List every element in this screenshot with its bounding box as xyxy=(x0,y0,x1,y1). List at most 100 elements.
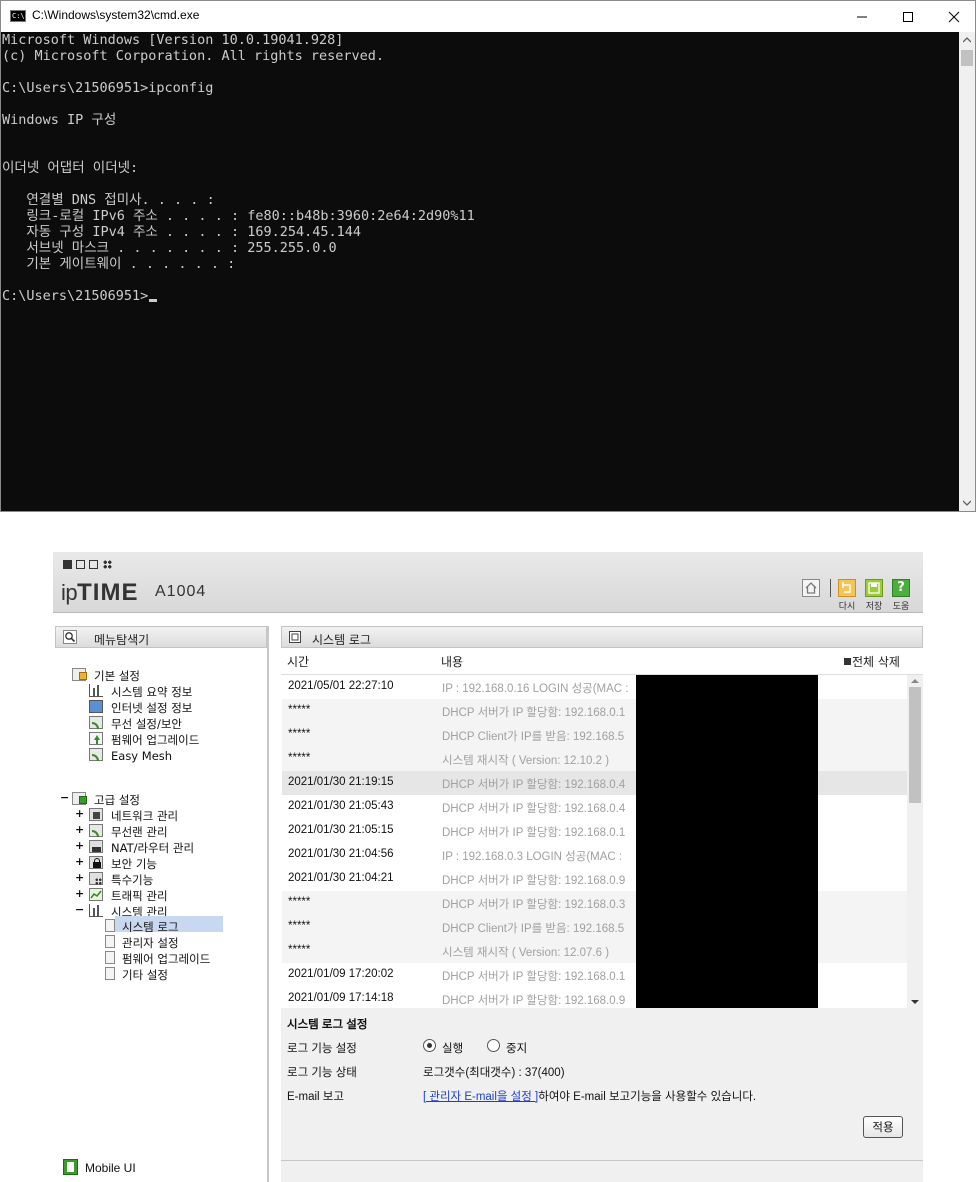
log-message: 시스템 재시작 ( Version: 12.10.2 ) xyxy=(442,755,610,767)
chevron-up-icon[interactable] xyxy=(911,678,919,684)
tree-item-system-summary[interactable]: 시스템 요약 정보 xyxy=(111,685,192,699)
save-button[interactable] xyxy=(865,579,883,597)
log-time: 2021/01/30 21:05:43 xyxy=(288,800,394,812)
log-settings-title: 시스템 로그 설정 xyxy=(287,1019,368,1031)
chevron-down-icon[interactable] xyxy=(911,999,919,1005)
system-log-header: 시스템 로그 xyxy=(281,626,923,648)
folder-advanced-icon xyxy=(72,792,87,805)
tree-item-wireless-lan[interactable]: 무선랜 관리 xyxy=(111,825,168,839)
tree-item-nat-router[interactable]: NAT/라우터 관리 xyxy=(111,841,194,855)
text-cursor xyxy=(149,299,158,302)
tree-item-system-log[interactable]: 시스템 로그 xyxy=(122,920,179,934)
log-scroll-thumb[interactable] xyxy=(909,687,921,803)
network-icon xyxy=(89,808,103,821)
expand-icon[interactable]: + xyxy=(75,856,84,868)
header-separator xyxy=(830,579,831,597)
log-status-value: 로그갯수(최대갯수) : 37(400) xyxy=(423,1067,565,1079)
wireless-icon xyxy=(89,716,103,729)
log-time: ***** xyxy=(288,920,311,932)
console-line: Microsoft Windows [Version 10.0.19041.92… xyxy=(2,32,344,48)
tree-item-network[interactable]: 네트워크 관리 xyxy=(111,809,178,823)
cmd-scrollbar[interactable] xyxy=(959,32,975,511)
brand-logo: ipTIME xyxy=(61,579,138,607)
console-line: C:\Users\21506951>ipconfig xyxy=(2,80,214,96)
scroll-up-button[interactable] xyxy=(959,32,975,48)
tree-item-wireless-security[interactable]: 무선 설정/보안 xyxy=(111,717,182,731)
tree-item-internet-info[interactable]: 인터넷 설정 정보 xyxy=(111,701,192,715)
log-message: DHCP Client가 IP를 받음: 192.168.5 xyxy=(442,731,625,743)
delete-all-label: 전체 삭제 xyxy=(852,655,900,669)
logo-square xyxy=(89,560,98,569)
tree-advanced-settings[interactable]: 고급 설정 xyxy=(94,793,140,807)
email-report-text: [ 관리자 E-mail을 설정 ]하여야 E-mail 보고기능을 사용할수 … xyxy=(423,1088,756,1104)
radio-run-label[interactable]: 실행 xyxy=(442,1040,463,1056)
cmd-console[interactable]: Microsoft Windows [Version 10.0.19041.92… xyxy=(1,32,959,511)
log-time: ***** xyxy=(288,896,311,908)
delete-all-button[interactable]: 전체 삭제 xyxy=(844,653,900,670)
router-icon xyxy=(89,840,103,853)
tree-item-security[interactable]: 보안 기능 xyxy=(111,857,157,871)
radio-stop-label[interactable]: 중지 xyxy=(506,1040,527,1056)
admin-email-link[interactable]: [ 관리자 E-mail을 설정 ] xyxy=(423,1091,538,1103)
help-button[interactable]: ? xyxy=(892,579,910,597)
special-icon xyxy=(89,872,103,885)
cmd-window-title: C:\Windows\system32\cmd.exe xyxy=(32,8,200,22)
home-button[interactable] xyxy=(802,579,820,597)
maximize-button[interactable] xyxy=(885,1,931,32)
collapse-icon[interactable]: − xyxy=(75,904,84,916)
tree-item-special[interactable]: 특수기능 xyxy=(111,873,153,887)
expand-icon[interactable]: + xyxy=(75,840,84,852)
scroll-down-button[interactable] xyxy=(959,495,975,511)
column-content: 내용 xyxy=(441,655,464,669)
console-line: (c) Microsoft Corporation. All rights re… xyxy=(2,48,385,64)
undo-icon xyxy=(842,582,851,593)
log-message: DHCP 서버가 IP 할당함: 192.168.0.4 xyxy=(442,803,626,815)
expand-icon[interactable]: + xyxy=(75,824,84,836)
scroll-thumb[interactable] xyxy=(961,50,973,66)
mesh-icon xyxy=(89,748,103,761)
expand-icon[interactable]: + xyxy=(75,808,84,820)
tree-item-other-settings[interactable]: 기타 설정 xyxy=(122,968,168,982)
apply-button[interactable]: 적용 xyxy=(863,1116,903,1138)
expand-icon[interactable]: + xyxy=(75,872,84,884)
log-message: DHCP 서버가 IP 할당함: 192.168.0.1 xyxy=(442,971,626,983)
log-scrollbar[interactable] xyxy=(907,675,923,1009)
iptime-admin-page: ipTIME A1004 ? 다시 저장 도움 메뉴탐색기 기본 설정 시스템 … xyxy=(53,552,923,1182)
minus-box-icon xyxy=(844,658,851,665)
tree-basic-settings[interactable]: 기본 설정 xyxy=(94,669,140,683)
log-time: ***** xyxy=(288,944,311,956)
chevron-up-icon xyxy=(963,37,971,43)
cmd-window: C:\ C:\Windows\system32\cmd.exe Microsof… xyxy=(0,0,976,512)
mobile-ui-link[interactable]: Mobile UI xyxy=(85,1161,136,1175)
system-log-title: 시스템 로그 xyxy=(312,633,372,647)
log-message: DHCP 서버가 IP 할당함: 192.168.0.9 xyxy=(442,875,626,887)
window-icon xyxy=(289,631,301,643)
tree-item-firmware-upgrade[interactable]: 펌웨어 업그레이드 xyxy=(111,733,199,747)
tree-item-firmware[interactable]: 펌웨어 업그레이드 xyxy=(122,952,210,966)
page-icon xyxy=(105,951,115,964)
radio-run[interactable] xyxy=(423,1039,436,1052)
close-button[interactable] xyxy=(931,1,976,32)
magnifier-icon xyxy=(63,630,77,644)
log-message: DHCP 서버가 IP 할당함: 192.168.0.4 xyxy=(442,779,626,791)
close-icon xyxy=(948,11,960,22)
log-time: 2021/01/30 21:04:21 xyxy=(288,872,394,884)
collapse-icon[interactable]: − xyxy=(60,792,69,804)
chart-icon xyxy=(89,684,103,697)
console-prompt-line: C:\Users\21506951> xyxy=(2,288,158,304)
minimize-button[interactable] xyxy=(839,1,885,32)
log-message: IP : 192.168.0.3 LOGIN 성공(MAC : xyxy=(442,851,623,863)
radio-stop[interactable] xyxy=(487,1039,500,1052)
logo-square xyxy=(76,560,85,569)
expand-icon[interactable]: + xyxy=(75,888,84,900)
refresh-button[interactable] xyxy=(838,579,856,597)
brand-main: TIME xyxy=(77,579,139,606)
tree-item-admin-settings[interactable]: 관리자 설정 xyxy=(122,936,179,950)
menu-explorer: 메뉴탐색기 기본 설정 시스템 요약 정보 인터넷 설정 정보 무선 설정/보안… xyxy=(53,626,269,1182)
tree-item-easy-mesh[interactable]: Easy Mesh xyxy=(111,749,172,763)
log-time: 2021/01/30 21:19:15 xyxy=(288,776,394,788)
tree-item-traffic[interactable]: 트래픽 관리 xyxy=(111,889,168,903)
chart-icon xyxy=(89,904,103,917)
log-list[interactable]: 2021/05/01 22:27:10 IP : 192.168.0.16 LOG… xyxy=(281,674,923,1010)
cmd-titlebar[interactable]: C:\ C:\Windows\system32\cmd.exe xyxy=(1,1,975,32)
